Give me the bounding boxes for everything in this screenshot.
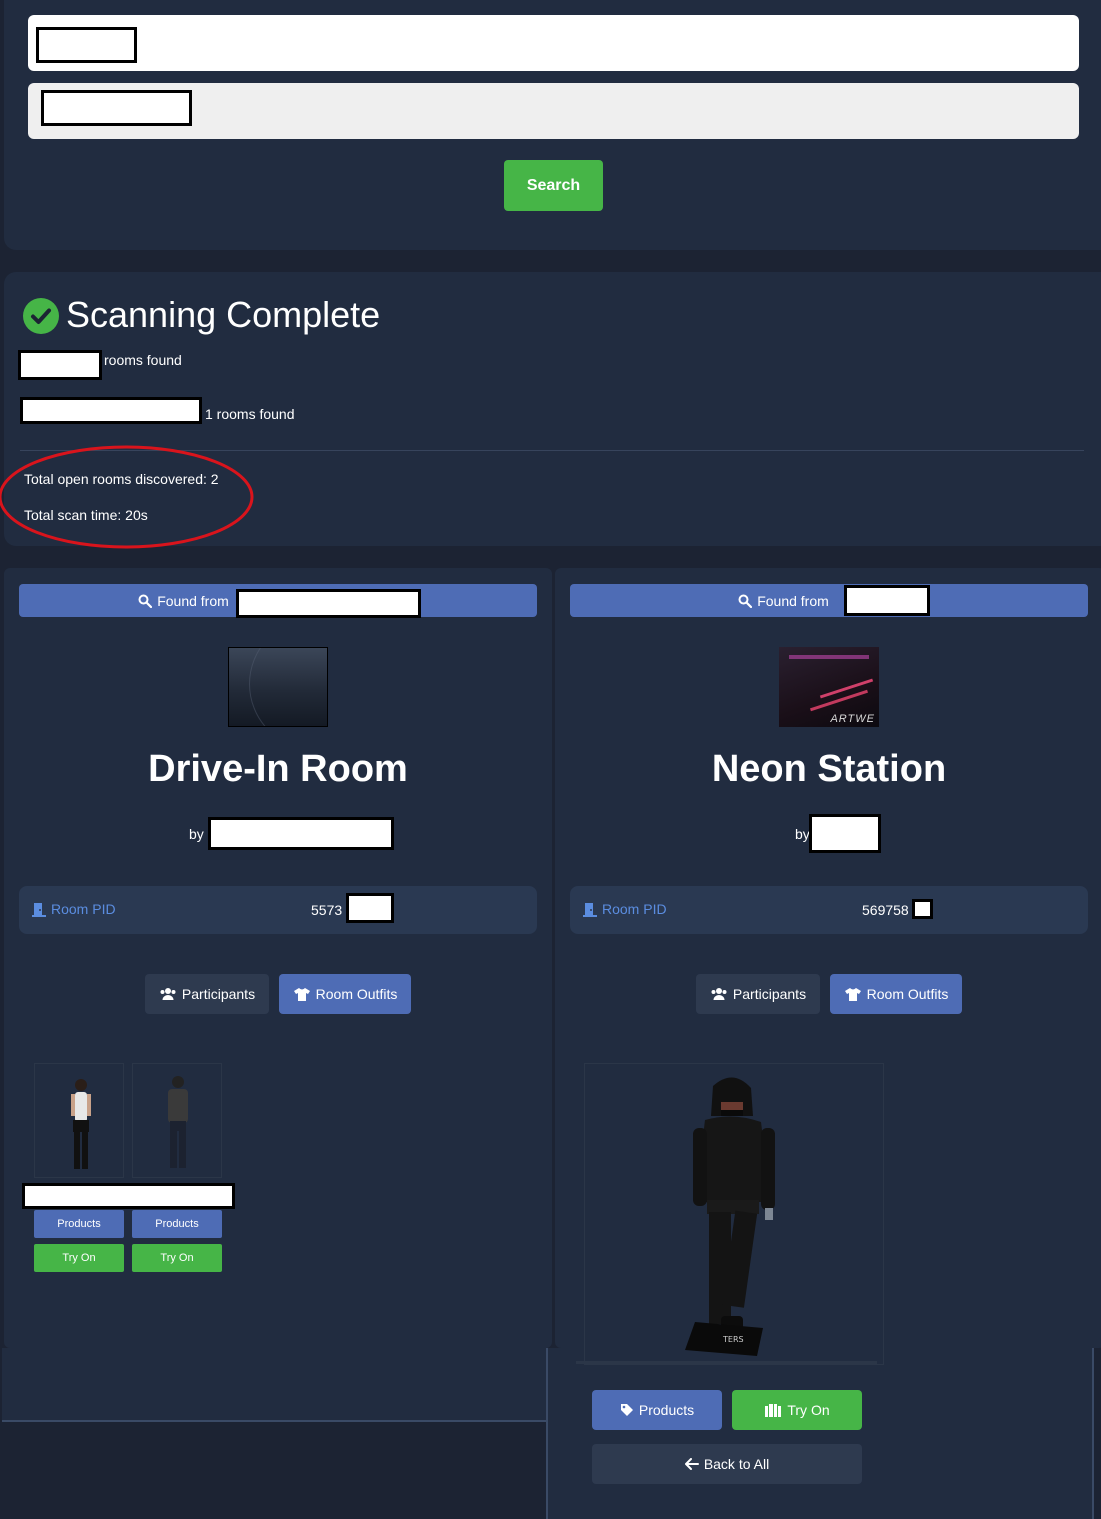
svg-text:TERS: TERS — [722, 1335, 744, 1344]
products-button[interactable]: Products — [592, 1390, 722, 1430]
scan-title: Scanning Complete — [66, 294, 381, 335]
room-card-lower — [2, 1348, 546, 1422]
room-outfits-label: Room Outfits — [315, 986, 398, 1002]
outfit-preview: TERS — [584, 1063, 884, 1365]
room-title: Neon Station — [711, 748, 947, 790]
participants-label: Participants — [732, 986, 807, 1002]
shirt-icon — [844, 987, 862, 1002]
products-button[interactable]: Products — [132, 1210, 222, 1238]
back-to-all-button[interactable]: Back to All — [592, 1444, 862, 1484]
participants-label: Participants — [181, 986, 256, 1002]
redacted-source-name — [844, 585, 930, 616]
search-icon — [138, 594, 153, 608]
redacted-participant-name — [22, 1183, 235, 1209]
users-icon — [710, 987, 728, 1001]
room-thumbnail — [228, 647, 328, 727]
try-on-button[interactable]: Try On — [34, 1244, 124, 1272]
try-on-button[interactable]: Try On — [132, 1244, 222, 1272]
fitting-room-icon — [764, 1403, 782, 1417]
room-thumbnail: ARTWE — [779, 647, 879, 727]
room-pid-bar: Room PID 569758 — [570, 886, 1088, 934]
search-input-primary[interactable] — [28, 15, 1079, 71]
avatar-figure — [168, 1076, 188, 1168]
room-title: Drive-In Room — [148, 748, 408, 790]
try-on-button[interactable]: Try On — [732, 1390, 862, 1430]
products-label: Products — [57, 1218, 101, 1230]
door-icon — [31, 902, 47, 917]
try-on-label: Try On — [160, 1252, 194, 1264]
highlight-annotation-ellipse — [0, 445, 260, 551]
room-card-lower — [546, 1348, 1094, 1519]
participant-avatar-tile[interactable] — [132, 1063, 222, 1178]
users-icon — [159, 987, 177, 1001]
room-outfits-button[interactable]: Room Outfits — [279, 974, 411, 1014]
redacted-pid-digits — [912, 899, 933, 919]
redacted-owner-name — [208, 817, 394, 850]
avatar-figure — [71, 1079, 91, 1169]
check-circle-icon — [23, 298, 59, 334]
outfit-preview-frame-bottom — [576, 1361, 877, 1364]
door-icon — [582, 902, 598, 917]
back-to-all-label: Back to All — [703, 1456, 770, 1472]
room-pid-bar: Room PID 5573 — [19, 886, 537, 934]
room-pid-value: 569758 — [862, 902, 909, 918]
try-on-label: Try On — [62, 1252, 96, 1264]
search-button-label: Search — [526, 176, 581, 194]
arrow-left-icon — [684, 1458, 699, 1470]
participants-button[interactable]: Participants — [145, 974, 269, 1014]
room-owner-label: by — [795, 826, 810, 842]
shirt-icon — [293, 987, 311, 1002]
redacted-owner-name — [809, 814, 881, 853]
redacted-input-value — [36, 27, 137, 63]
participants-button[interactable]: Participants — [696, 974, 820, 1014]
rooms-found-line: rooms found — [104, 352, 182, 368]
redacted-source-name — [18, 350, 102, 380]
tag-icon — [620, 1403, 634, 1417]
redacted-source-name — [236, 589, 421, 618]
products-label: Products — [638, 1402, 695, 1418]
redacted-input-value — [41, 90, 192, 126]
room-outfits-button[interactable]: Room Outfits — [830, 974, 962, 1014]
search-button[interactable]: Search — [504, 160, 603, 211]
avatar-figure: TERS — [685, 1077, 775, 1356]
participant-avatar-tile[interactable] — [34, 1063, 124, 1178]
redacted-pid-digits — [346, 893, 394, 923]
thumbnail-watermark: ARTWE — [830, 713, 875, 725]
room-pid-value: 5573 — [311, 902, 343, 918]
room-pid-label: Room PID — [51, 901, 116, 917]
room-pid-label: Room PID — [602, 901, 667, 917]
products-label: Products — [155, 1218, 199, 1230]
found-from-label: Found from — [757, 592, 829, 609]
products-button[interactable]: Products — [34, 1210, 124, 1238]
search-icon — [738, 594, 753, 608]
found-from-header: Found from — [570, 584, 1088, 617]
redacted-source-name — [20, 397, 202, 424]
room-outfits-label: Room Outfits — [866, 986, 949, 1002]
rooms-found-line: 1 rooms found — [205, 406, 295, 422]
found-from-label: Found from — [157, 592, 229, 609]
try-on-label: Try On — [787, 1402, 830, 1418]
